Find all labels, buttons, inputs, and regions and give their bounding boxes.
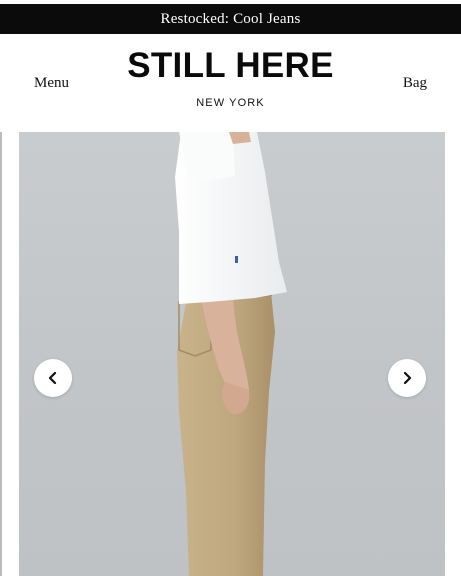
brand-location: NEW YORK: [196, 97, 265, 109]
announcement-text[interactable]: Restocked: Cool Jeans: [160, 11, 300, 28]
chevron-left-icon: [48, 371, 57, 385]
product-image-carousel[interactable]: [0, 132, 461, 576]
site-header: Menu STILL HERE NEW YORK Bag: [0, 34, 461, 132]
next-image-button[interactable]: [388, 359, 426, 397]
brand-logo[interactable]: STILL HERE: [0, 48, 461, 83]
announcement-bar[interactable]: Restocked: Cool Jeans: [0, 4, 461, 34]
bag-button[interactable]: Bag: [403, 75, 427, 92]
previous-slide-edge: [0, 132, 2, 576]
product-image: [19, 132, 445, 576]
previous-image-button[interactable]: [34, 359, 72, 397]
chevron-right-icon: [403, 371, 412, 385]
